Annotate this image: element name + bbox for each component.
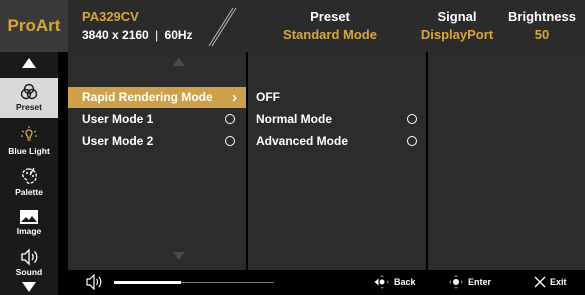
enter-label: Enter: [468, 277, 492, 287]
sidebar-item-label: Blue Light: [8, 146, 50, 156]
signal-value: DisplayPort: [420, 27, 494, 42]
close-icon: [534, 276, 546, 288]
menu-scroll-up-icon[interactable]: [173, 58, 185, 66]
category-sidebar: Preset Blue Light Palette Image Sound: [0, 52, 58, 295]
sidebar-item-label: Sound: [15, 267, 43, 277]
header-signal: Signal DisplayPort: [412, 9, 502, 42]
sidebar-item-sound[interactable]: Sound: [0, 245, 58, 281]
preset-menu-column: Rapid Rendering Mode › User Mode 1 User …: [68, 52, 246, 270]
option-label: Normal Mode: [256, 112, 333, 126]
sidebar-item-label: Image: [16, 226, 42, 236]
volume-slider[interactable]: [114, 281, 274, 284]
third-level-column: [428, 52, 585, 270]
back-button[interactable]: Back: [374, 274, 416, 290]
joystick-left-icon: [374, 275, 389, 289]
resolution-info: 3840 x 2160 | 60Hz: [82, 28, 193, 42]
sidebar-scroll-down-icon[interactable]: [22, 282, 36, 292]
preset-icon: [20, 83, 38, 100]
exit-label: Exit: [550, 277, 567, 287]
option-label: OFF: [256, 90, 280, 104]
sidebar-scroll-up-icon[interactable]: [22, 58, 36, 68]
menu-scroll-down-icon[interactable]: [173, 252, 185, 260]
option-normal-mode[interactable]: Normal Mode: [256, 109, 426, 130]
header-divider-slash: [208, 7, 237, 47]
volume-slider-fill: [114, 281, 182, 284]
palette-icon: [22, 167, 37, 185]
sidebar-item-blue-light[interactable]: Blue Light: [0, 121, 58, 161]
brightness-title: Brightness: [508, 9, 576, 24]
osd-footer: Back Enter Exit: [68, 270, 585, 295]
menu-item-label: User Mode 2: [82, 134, 154, 148]
menu-item-label: Rapid Rendering Mode: [82, 90, 213, 104]
signal-title: Signal: [437, 9, 477, 24]
preset-title: Preset: [310, 9, 350, 24]
preset-value: Standard Mode: [283, 27, 377, 42]
volume-icon: [86, 274, 102, 290]
menu-item-user-mode-2[interactable]: User Mode 2: [68, 131, 246, 152]
enter-button[interactable]: Enter: [448, 274, 491, 290]
header-preset: Preset Standard Mode: [270, 9, 390, 42]
menu-item-label: User Mode 1: [82, 112, 154, 126]
sidebar-item-label: Preset: [16, 102, 42, 112]
sidebar-item-image[interactable]: Image: [0, 204, 58, 244]
resolution-value: 3840 x 2160: [82, 28, 149, 42]
osd-menu: ProArt PA329CV 3840 x 2160 | 60Hz Preset…: [0, 0, 585, 295]
brightness-value: 50: [534, 27, 550, 42]
back-label: Back: [394, 277, 416, 287]
model-name: PA329CV: [82, 9, 139, 24]
radio-button[interactable]: [225, 136, 235, 146]
exit-button[interactable]: Exit: [534, 274, 567, 290]
radio-button[interactable]: [225, 114, 235, 124]
menu-item-rapid-rendering-mode[interactable]: Rapid Rendering Mode ›: [68, 87, 246, 108]
joystick-press-icon: [449, 275, 463, 289]
chevron-right-icon: ›: [232, 89, 237, 106]
refresh-separator: |: [155, 28, 159, 42]
sidebar-item-preset[interactable]: Preset: [0, 78, 58, 118]
image-icon: [20, 210, 38, 224]
proart-logo: ProArt: [0, 0, 68, 52]
menu-item-user-mode-1[interactable]: User Mode 1: [68, 109, 246, 130]
rapid-rendering-options-column: OFF Normal Mode Advanced Mode: [248, 52, 426, 270]
refresh-rate: 60Hz: [164, 28, 193, 42]
option-off[interactable]: OFF: [256, 87, 426, 108]
option-label: Advanced Mode: [256, 134, 349, 148]
blue-light-icon: [21, 126, 37, 141]
sidebar-item-label: Palette: [15, 187, 43, 197]
option-advanced-mode[interactable]: Advanced Mode: [256, 131, 426, 152]
radio-button[interactable]: [407, 136, 417, 146]
sound-icon: [21, 248, 38, 266]
sidebar-item-palette[interactable]: Palette: [0, 162, 58, 202]
header-brightness: Brightness 50: [502, 9, 582, 42]
radio-button[interactable]: [407, 114, 417, 124]
osd-header: ProArt PA329CV 3840 x 2160 | 60Hz Preset…: [0, 0, 585, 52]
